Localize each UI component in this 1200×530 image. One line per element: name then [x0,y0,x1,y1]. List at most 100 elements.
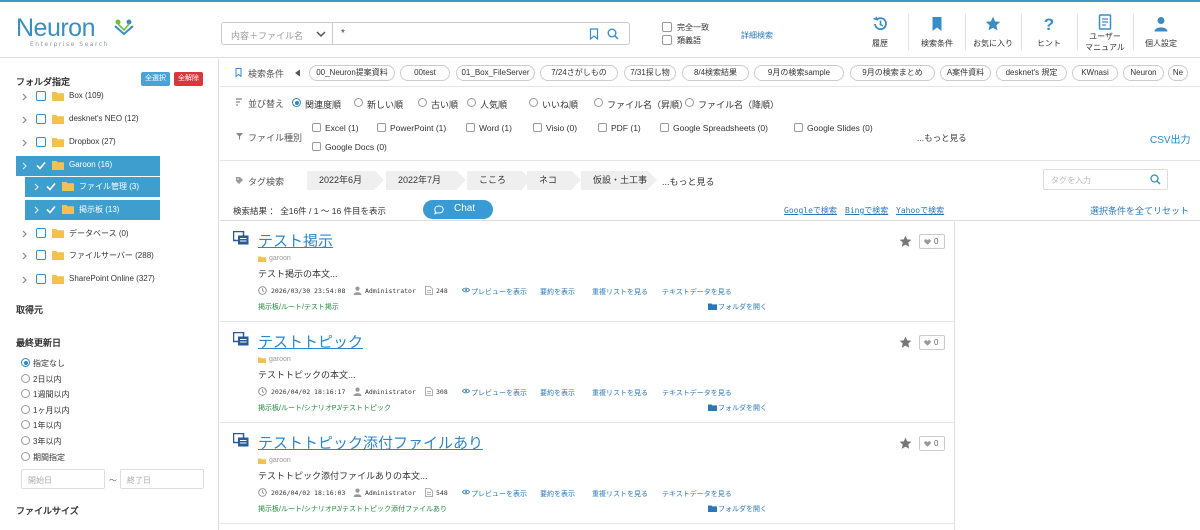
sort-radio[interactable] [292,98,301,107]
folder-tree-item[interactable]: データベース (0) [16,224,206,244]
text-data-link[interactable]: テキストデータを見る [662,388,732,398]
nav-conditions-button[interactable]: 検索条件 [909,6,965,56]
tag-input[interactable]: タグを入力 [1043,169,1168,190]
saved-condition-chip[interactable]: 8/4検索結果 [682,65,749,81]
save-condition-icon[interactable] [589,28,599,40]
csv-export-link[interactable]: CSV出力 [1150,131,1191,146]
sort-radio[interactable] [467,98,476,107]
tag-chip[interactable]: 2022年6月 [307,171,384,190]
saved-condition-chip[interactable]: 9月の検索sample [754,65,844,81]
filetype-checkbox[interactable] [377,123,386,132]
duplicate-list-link[interactable]: 重複リストを見る [592,489,648,499]
saved-condition-chip[interactable]: 7/31探し物 [624,65,676,81]
favorite-star-icon[interactable] [899,336,912,349]
saved-condition-chip[interactable]: Ne [1168,65,1188,81]
chat-button[interactable]: Chat [423,200,493,219]
tag-chip[interactable]: こころ [467,171,531,190]
folder-checkbox[interactable] [36,114,46,124]
tag-chip[interactable]: ネコ [527,171,581,190]
sort-radio[interactable] [594,98,603,107]
synonym-checkbox[interactable] [662,35,672,45]
date-radio[interactable] [21,373,30,383]
chevron-right-icon[interactable] [22,276,27,284]
tag-more-link[interactable]: ...もっと見る [662,175,715,188]
saved-condition-chip[interactable]: 9月の検索まとめ [850,65,935,81]
folder-checkbox[interactable] [36,91,46,101]
filetype-checkbox[interactable] [466,123,475,132]
yahoo-search-link[interactable]: Yahooで検索 [896,205,944,216]
date-radio[interactable] [21,451,30,461]
date-radio[interactable] [21,436,30,445]
filetype-checkbox[interactable] [312,142,321,151]
clear-all-button[interactable]: 全解除 [174,72,203,86]
folder-checkbox[interactable] [36,250,46,260]
nav-history-button[interactable]: 履歴 [852,6,908,56]
nav-settings-button[interactable]: 個人設定 [1133,6,1189,56]
date-radio[interactable] [21,358,30,367]
chevron-right-icon[interactable] [22,116,27,124]
select-all-button[interactable]: 全選択 [141,72,170,86]
search-icon[interactable] [607,28,619,40]
date-radio[interactable] [21,420,30,430]
search-scope-select[interactable]: 内容＋ファイル名 [221,22,333,45]
chevron-right-icon[interactable] [34,183,39,191]
result-title-link[interactable]: テストトピック添付ファイルあり [258,432,483,453]
favorite-star-icon[interactable] [899,437,912,450]
filetype-checkbox[interactable] [598,123,607,132]
chevron-right-icon[interactable] [22,162,27,170]
advanced-search-link[interactable]: 詳細検索 [741,30,773,41]
date-radio[interactable] [21,404,30,414]
filetype-more-link[interactable]: ...もっと見る [917,132,967,144]
search-input[interactable]: * [333,22,630,45]
checkmark-icon[interactable] [46,205,56,214]
reset-conditions-link[interactable]: 選択条件を全てリセット [1090,204,1189,217]
saved-condition-chip[interactable]: 7/24さがしもの [540,65,618,81]
duplicate-list-link[interactable]: 重複リストを見る [592,287,648,297]
folder-tree-item[interactable]: Garoon (16) [16,156,160,176]
saved-condition-chip[interactable]: 00test [400,65,450,81]
folder-tree-item[interactable]: desknet's NEO (12) [16,110,206,130]
folder-tree-item[interactable]: Box (109) [16,87,206,107]
chevron-right-icon[interactable] [22,230,27,238]
saved-condition-chip[interactable]: A案件資料 [940,65,991,81]
filetype-checkbox[interactable] [794,123,803,132]
scroll-left-icon[interactable] [294,69,301,77]
exact-match-checkbox[interactable] [662,22,672,32]
folder-checkbox[interactable] [36,137,46,147]
saved-condition-chip[interactable]: KWnasi [1072,65,1118,81]
folder-tree-item[interactable]: ファイルサーバー (288) [16,246,206,266]
saved-condition-chip[interactable]: 01_Box_FileServer [456,65,535,81]
checkmark-icon[interactable] [36,161,46,170]
duplicate-list-link[interactable]: 重複リストを見る [592,388,648,398]
open-folder-link[interactable]: フォルダを開く [718,504,767,514]
chevron-right-icon[interactable] [34,206,39,214]
summary-link[interactable]: 要約を表示 [540,489,575,499]
summary-link[interactable]: 要約を表示 [540,287,575,297]
text-data-link[interactable]: テキストデータを見る [662,489,732,499]
nav-hint-button[interactable]: ? ヒント [1021,6,1077,56]
like-button[interactable]: 0 [919,335,945,350]
folder-tree-item[interactable]: 掲示板 (13) [25,200,160,220]
saved-condition-chip[interactable]: 00_Neuron提案資料 [309,65,395,81]
preview-link[interactable]: プレビューを表示 [471,489,527,499]
like-button[interactable]: 0 [919,436,945,451]
sort-radio[interactable] [354,98,363,107]
folder-checkbox[interactable] [36,228,46,238]
saved-condition-chip[interactable]: desknet's 規定 [996,65,1067,81]
sort-radio[interactable] [685,98,694,107]
filetype-checkbox[interactable] [533,123,542,132]
text-data-link[interactable]: テキストデータを見る [662,287,732,297]
folder-tree-item[interactable]: SharePoint Online (327) [16,270,206,290]
saved-condition-chip[interactable]: Neuron [1123,65,1164,81]
preview-link[interactable]: プレビューを表示 [471,388,527,398]
search-icon[interactable] [1150,174,1161,185]
folder-checkbox[interactable] [36,274,46,284]
filetype-checkbox[interactable] [660,123,669,132]
chevron-right-icon[interactable] [22,252,27,260]
chevron-right-icon[interactable] [22,93,27,101]
nav-manual-button[interactable]: ユーザー マニュアル [1077,6,1133,56]
summary-link[interactable]: 要約を表示 [540,388,575,398]
favorite-star-icon[interactable] [899,235,912,248]
open-folder-link[interactable]: フォルダを開く [718,302,767,312]
result-title-link[interactable]: テスト掲示 [258,230,333,251]
